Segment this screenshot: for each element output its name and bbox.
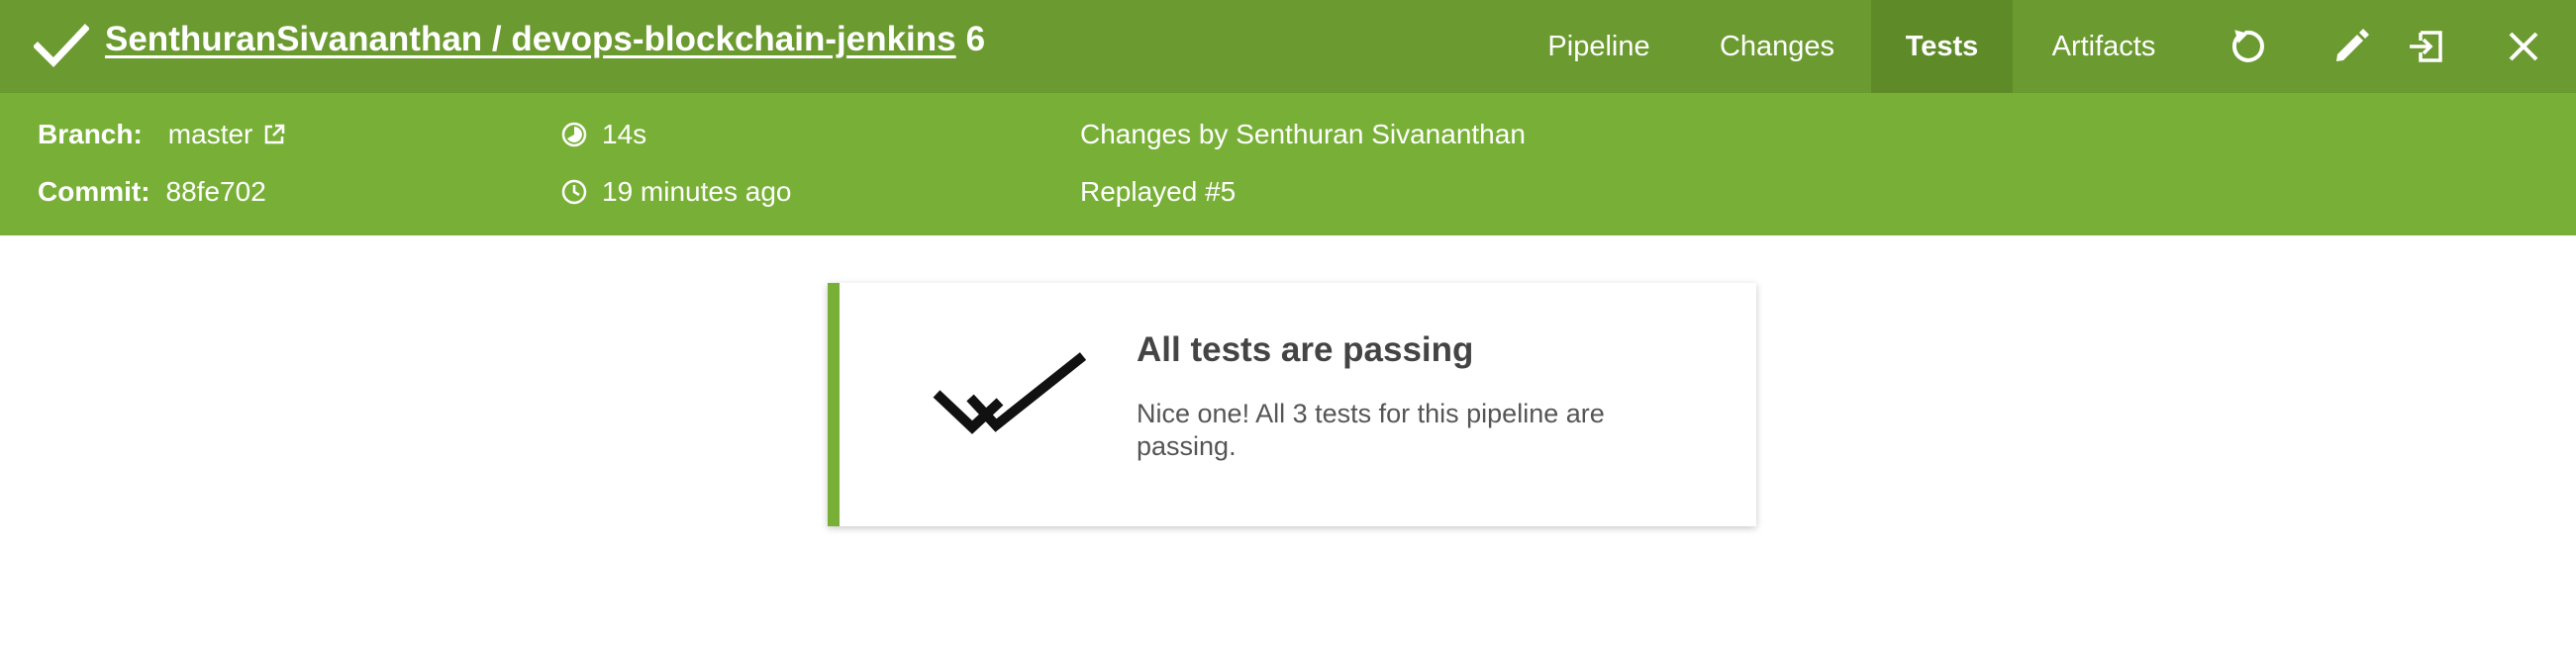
test-result-card: All tests are passing Nice one! All 3 te…	[828, 283, 1756, 526]
edit-icon	[2336, 29, 2369, 61]
commit-value: 88fe702	[165, 176, 266, 207]
tab-changes[interactable]: Changes	[1703, 0, 1851, 93]
tab-tests[interactable]: Tests	[1871, 0, 2013, 93]
duration-icon	[561, 122, 587, 147]
replay-button[interactable]	[2220, 20, 2273, 73]
changes-by-text: Changes by Senthuran Sivananthan	[1080, 119, 1526, 149]
tests-status-message: Nice one! All 3 tests for this pipeline …	[1137, 399, 1605, 461]
tab-artifacts[interactable]: Artifacts	[2034, 0, 2173, 93]
time-ago-value: 19 minutes ago	[602, 176, 792, 207]
success-check-icon	[34, 24, 89, 68]
double-check-icon	[933, 352, 1087, 434]
tab-pipeline[interactable]: Pipeline	[1525, 0, 1673, 93]
commit-label: Commit:	[38, 176, 150, 207]
edit-button[interactable]	[2325, 20, 2378, 73]
run-details-bar: Branch: master Commit: 88fe702 14s 19 mi…	[0, 93, 2576, 235]
open-classic-icon	[2410, 31, 2442, 62]
replayed-text: Replayed #5	[1080, 176, 1237, 207]
tests-status-title: All tests are passing	[1137, 330, 1474, 369]
run-number: 6	[965, 20, 986, 58]
commit-info: Commit: 88fe702	[38, 176, 266, 208]
external-link-icon[interactable]	[262, 123, 286, 146]
close-icon	[2509, 32, 2538, 61]
replay-icon	[2231, 30, 2264, 62]
branch-label: Branch:	[38, 119, 143, 149]
branch-info: Branch: master	[38, 119, 286, 150]
duration-value: 14s	[602, 119, 647, 149]
page-title: SenthuranSivananthan / devops-blockchain…	[105, 20, 985, 59]
open-classic-button[interactable]	[2400, 20, 2453, 73]
time-info: 19 minutes ago	[560, 176, 791, 208]
pipeline-header: SenthuranSivananthan / devops-blockchain…	[0, 0, 2576, 93]
close-button[interactable]	[2497, 20, 2550, 73]
branch-value[interactable]: master	[168, 119, 253, 150]
duration-info: 14s	[560, 119, 646, 150]
repo-link[interactable]: SenthuranSivananthan / devops-blockchain…	[105, 20, 956, 58]
clock-icon	[561, 179, 587, 205]
